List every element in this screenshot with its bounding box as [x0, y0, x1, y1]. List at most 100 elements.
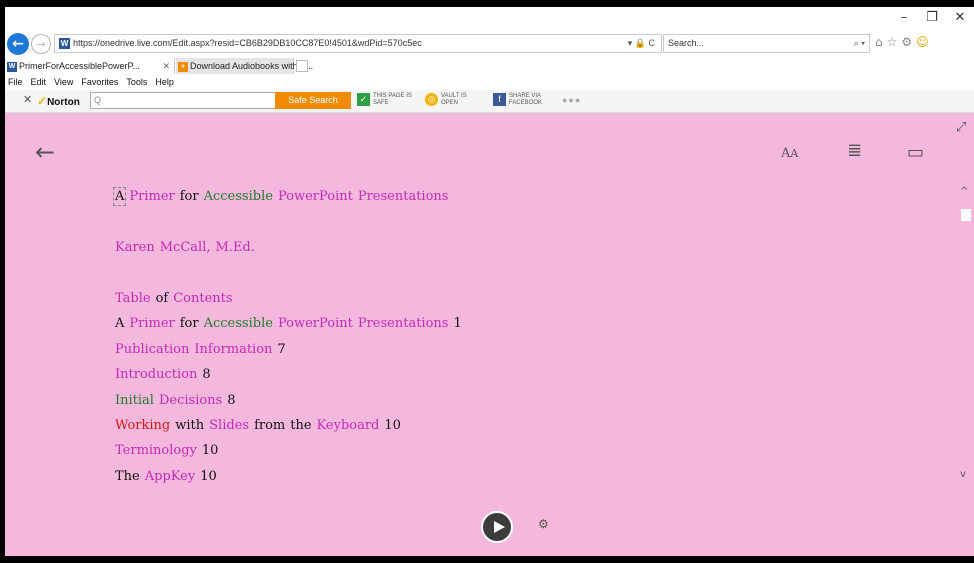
reader-word[interactable]: with	[175, 418, 204, 433]
reader-line: A Primer for Accessible PowerPoint Presentati…	[115, 316, 467, 341]
reader-word[interactable]: for	[180, 316, 199, 331]
browser-forward-button[interactable]: →	[31, 34, 51, 54]
reader-word[interactable]: Working	[115, 418, 170, 433]
menu-tools[interactable]: Tools	[126, 75, 147, 90]
scroll-up-icon[interactable]: ^	[960, 186, 968, 197]
share-facebook-button[interactable]: f SHARE VIA FACEBOOK	[493, 93, 542, 107]
vault-icon: ◎	[425, 93, 438, 106]
reader-word[interactable]: Accessible	[204, 189, 273, 204]
favorites-star-icon[interactable]: ☆	[887, 35, 898, 49]
reader-word[interactable]: A	[115, 316, 124, 331]
text-size-small: A	[790, 147, 799, 160]
immersive-reader: ← AA ≣ ▭ ⤢ ^ v A Primer for Accessible Power…	[5, 113, 974, 556]
reader-word[interactable]: Publication	[115, 342, 189, 357]
reader-word[interactable]: PowerPoint	[278, 189, 353, 204]
page-safe-indicator[interactable]: ✓ THIS PAGE IS SAFE	[357, 93, 412, 107]
window-controls: – ❐ ✕	[890, 9, 974, 27]
address-url: https://onedrive.live.com/Edit.aspx?resi…	[73, 38, 422, 49]
tab-audiobooks[interactable]: » Download Audiobooks with A...	[176, 58, 313, 74]
reader-word[interactable]: 10	[200, 469, 217, 484]
home-icon[interactable]: ⌂	[875, 35, 883, 49]
reader-word[interactable]: for	[180, 189, 199, 204]
reader-line: Working with Slides from the Keyboard 10	[115, 418, 467, 443]
reader-word[interactable]: 8	[227, 393, 235, 408]
vault-top: VAULT IS	[441, 93, 467, 99]
vault-indicator[interactable]: ◎ VAULT IS OPEN	[425, 93, 467, 107]
scrollbar-thumb[interactable]	[961, 209, 971, 221]
norton-search-input[interactable]: Q	[90, 92, 276, 109]
reader-word[interactable]: Presentations	[358, 316, 449, 331]
norton-toolbar: ✕ ✓Norton Q Safe Search ✓ THIS PAGE IS SAF…	[5, 90, 974, 113]
reader-word[interactable]: of	[156, 291, 169, 306]
search-box[interactable]: Search... ⌕ ▾	[663, 34, 870, 53]
scroll-down-icon[interactable]: v	[960, 469, 966, 480]
menu-edit[interactable]: Edit	[31, 75, 47, 90]
menu-view[interactable]: View	[54, 75, 73, 90]
reader-word[interactable]: Contents	[173, 291, 232, 306]
address-actions-icon[interactable]: ▾ 🔒 C	[628, 35, 655, 52]
menu-favorites[interactable]: Favorites	[81, 75, 118, 90]
reader-word[interactable]: Accessible	[204, 316, 273, 331]
restore-button[interactable]: ❐	[918, 9, 946, 27]
browser-back-button[interactable]: ←	[7, 33, 29, 55]
minimize-button[interactable]: –	[890, 9, 918, 27]
reader-word[interactable]: A	[112, 187, 127, 206]
reader-word[interactable]: The	[115, 469, 140, 484]
close-tab-icon[interactable]: ✕	[162, 58, 170, 74]
text-size-big: A	[781, 146, 791, 161]
reader-word[interactable]: the	[290, 418, 311, 433]
reader-word[interactable]: Introduction	[115, 367, 197, 382]
reader-word[interactable]: 8	[202, 367, 210, 382]
reader-word[interactable]: Karen	[115, 240, 155, 255]
reader-word[interactable]: Presentations	[358, 189, 449, 204]
new-tab-button[interactable]	[296, 60, 308, 72]
reader-word[interactable]: McCall,	[160, 240, 211, 255]
reader-back-icon[interactable]: ←	[35, 140, 55, 164]
text-size-icon[interactable]: AA	[781, 146, 798, 161]
safe-search-button[interactable]: Safe Search	[275, 92, 351, 109]
reading-preferences-book-icon[interactable]: ▭	[907, 142, 924, 163]
feedback-smiley-icon[interactable]: ☺	[916, 35, 929, 49]
norton-search-icon: Q	[94, 95, 102, 105]
norton-logo-text: Norton	[47, 97, 80, 108]
address-bar[interactable]: Whttps://onedrive.live.com/Edit.aspx?res…	[54, 34, 662, 53]
reader-word[interactable]: M.Ed.	[216, 240, 255, 255]
norton-close-icon[interactable]: ✕	[23, 93, 32, 106]
menu-file[interactable]: File	[8, 75, 23, 90]
reader-word[interactable]: from	[254, 418, 285, 433]
tab-primer[interactable]: W PrimerForAccessiblePowerP... ✕	[5, 58, 175, 74]
reader-word[interactable]: 7	[277, 342, 285, 357]
reader-word[interactable]: 10	[384, 418, 401, 433]
reader-word[interactable]: Initial	[115, 393, 154, 408]
reader-word[interactable]: Table	[115, 291, 151, 306]
reader-word[interactable]: Primer	[129, 189, 174, 204]
reader-word[interactable]: Terminology	[115, 443, 197, 458]
reader-line: Initial Decisions 8	[115, 393, 467, 418]
navigation-bar: ← → Whttps://onedrive.live.com/Edit.aspx…	[5, 32, 974, 56]
reader-word[interactable]: AppKey	[145, 469, 195, 484]
reader-word[interactable]: 10	[202, 443, 219, 458]
tab-label: Download Audiobooks with A...	[190, 61, 314, 71]
reader-word[interactable]: Primer	[129, 316, 174, 331]
expand-icon[interactable]: ⤢	[956, 120, 966, 135]
menu-help[interactable]: Help	[155, 75, 174, 90]
search-placeholder: Search...	[668, 38, 705, 48]
reader-word[interactable]: Slides	[209, 418, 249, 433]
play-button[interactable]	[481, 511, 513, 543]
search-icon[interactable]: ⌕ ▾	[854, 35, 865, 52]
settings-gear-icon[interactable]: ⚙	[901, 35, 912, 49]
reader-word[interactable]: PowerPoint	[278, 316, 353, 331]
reader-word[interactable]: Keyboard	[317, 418, 380, 433]
vault-bottom: OPEN	[441, 100, 459, 106]
reader-word[interactable]: Information	[194, 342, 272, 357]
reader-line: Publication Information 7	[115, 342, 467, 367]
reader-word[interactable]: 1	[453, 316, 461, 331]
close-window-button[interactable]: ✕	[946, 9, 974, 27]
share-bottom: FACEBOOK	[509, 100, 543, 106]
share-top: SHARE VIA	[509, 93, 542, 99]
norton-more-icon[interactable]: ●●●	[562, 95, 581, 105]
voice-settings-icon[interactable]: ⚙	[538, 517, 549, 531]
word-tab-icon: W	[7, 61, 17, 72]
reader-word[interactable]: Decisions	[159, 393, 222, 408]
grammar-options-icon[interactable]: ≣	[847, 140, 862, 161]
